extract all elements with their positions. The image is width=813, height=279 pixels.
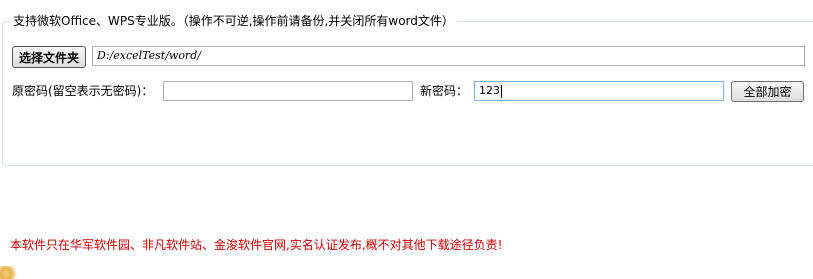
new-password-label: 新密码：: [420, 84, 469, 98]
old-password-label: 原密码(留空表示无密码)：: [12, 84, 154, 98]
panel-legend: 支持微软Office、WPS专业版。（操作不可逆,操作前请备份,并关闭所有wor…: [10, 12, 457, 30]
old-password-field[interactable]: [163, 81, 413, 101]
distribution-notice: 本软件只在华军软件园、非凡软件站、金浚软件官网,实名认证发布,概不对其他下载途径…: [10, 238, 503, 252]
encrypt-all-button[interactable]: 全部加密: [731, 81, 804, 102]
select-folder-button[interactable]: 选择文件夹: [12, 46, 86, 68]
folder-path-field[interactable]: D:/excelTest/word/: [92, 46, 805, 66]
corner-logo-icon: [0, 266, 20, 279]
new-password-value: 123: [479, 84, 500, 97]
text-caret: [501, 84, 502, 98]
new-password-field[interactable]: 123: [474, 81, 724, 101]
